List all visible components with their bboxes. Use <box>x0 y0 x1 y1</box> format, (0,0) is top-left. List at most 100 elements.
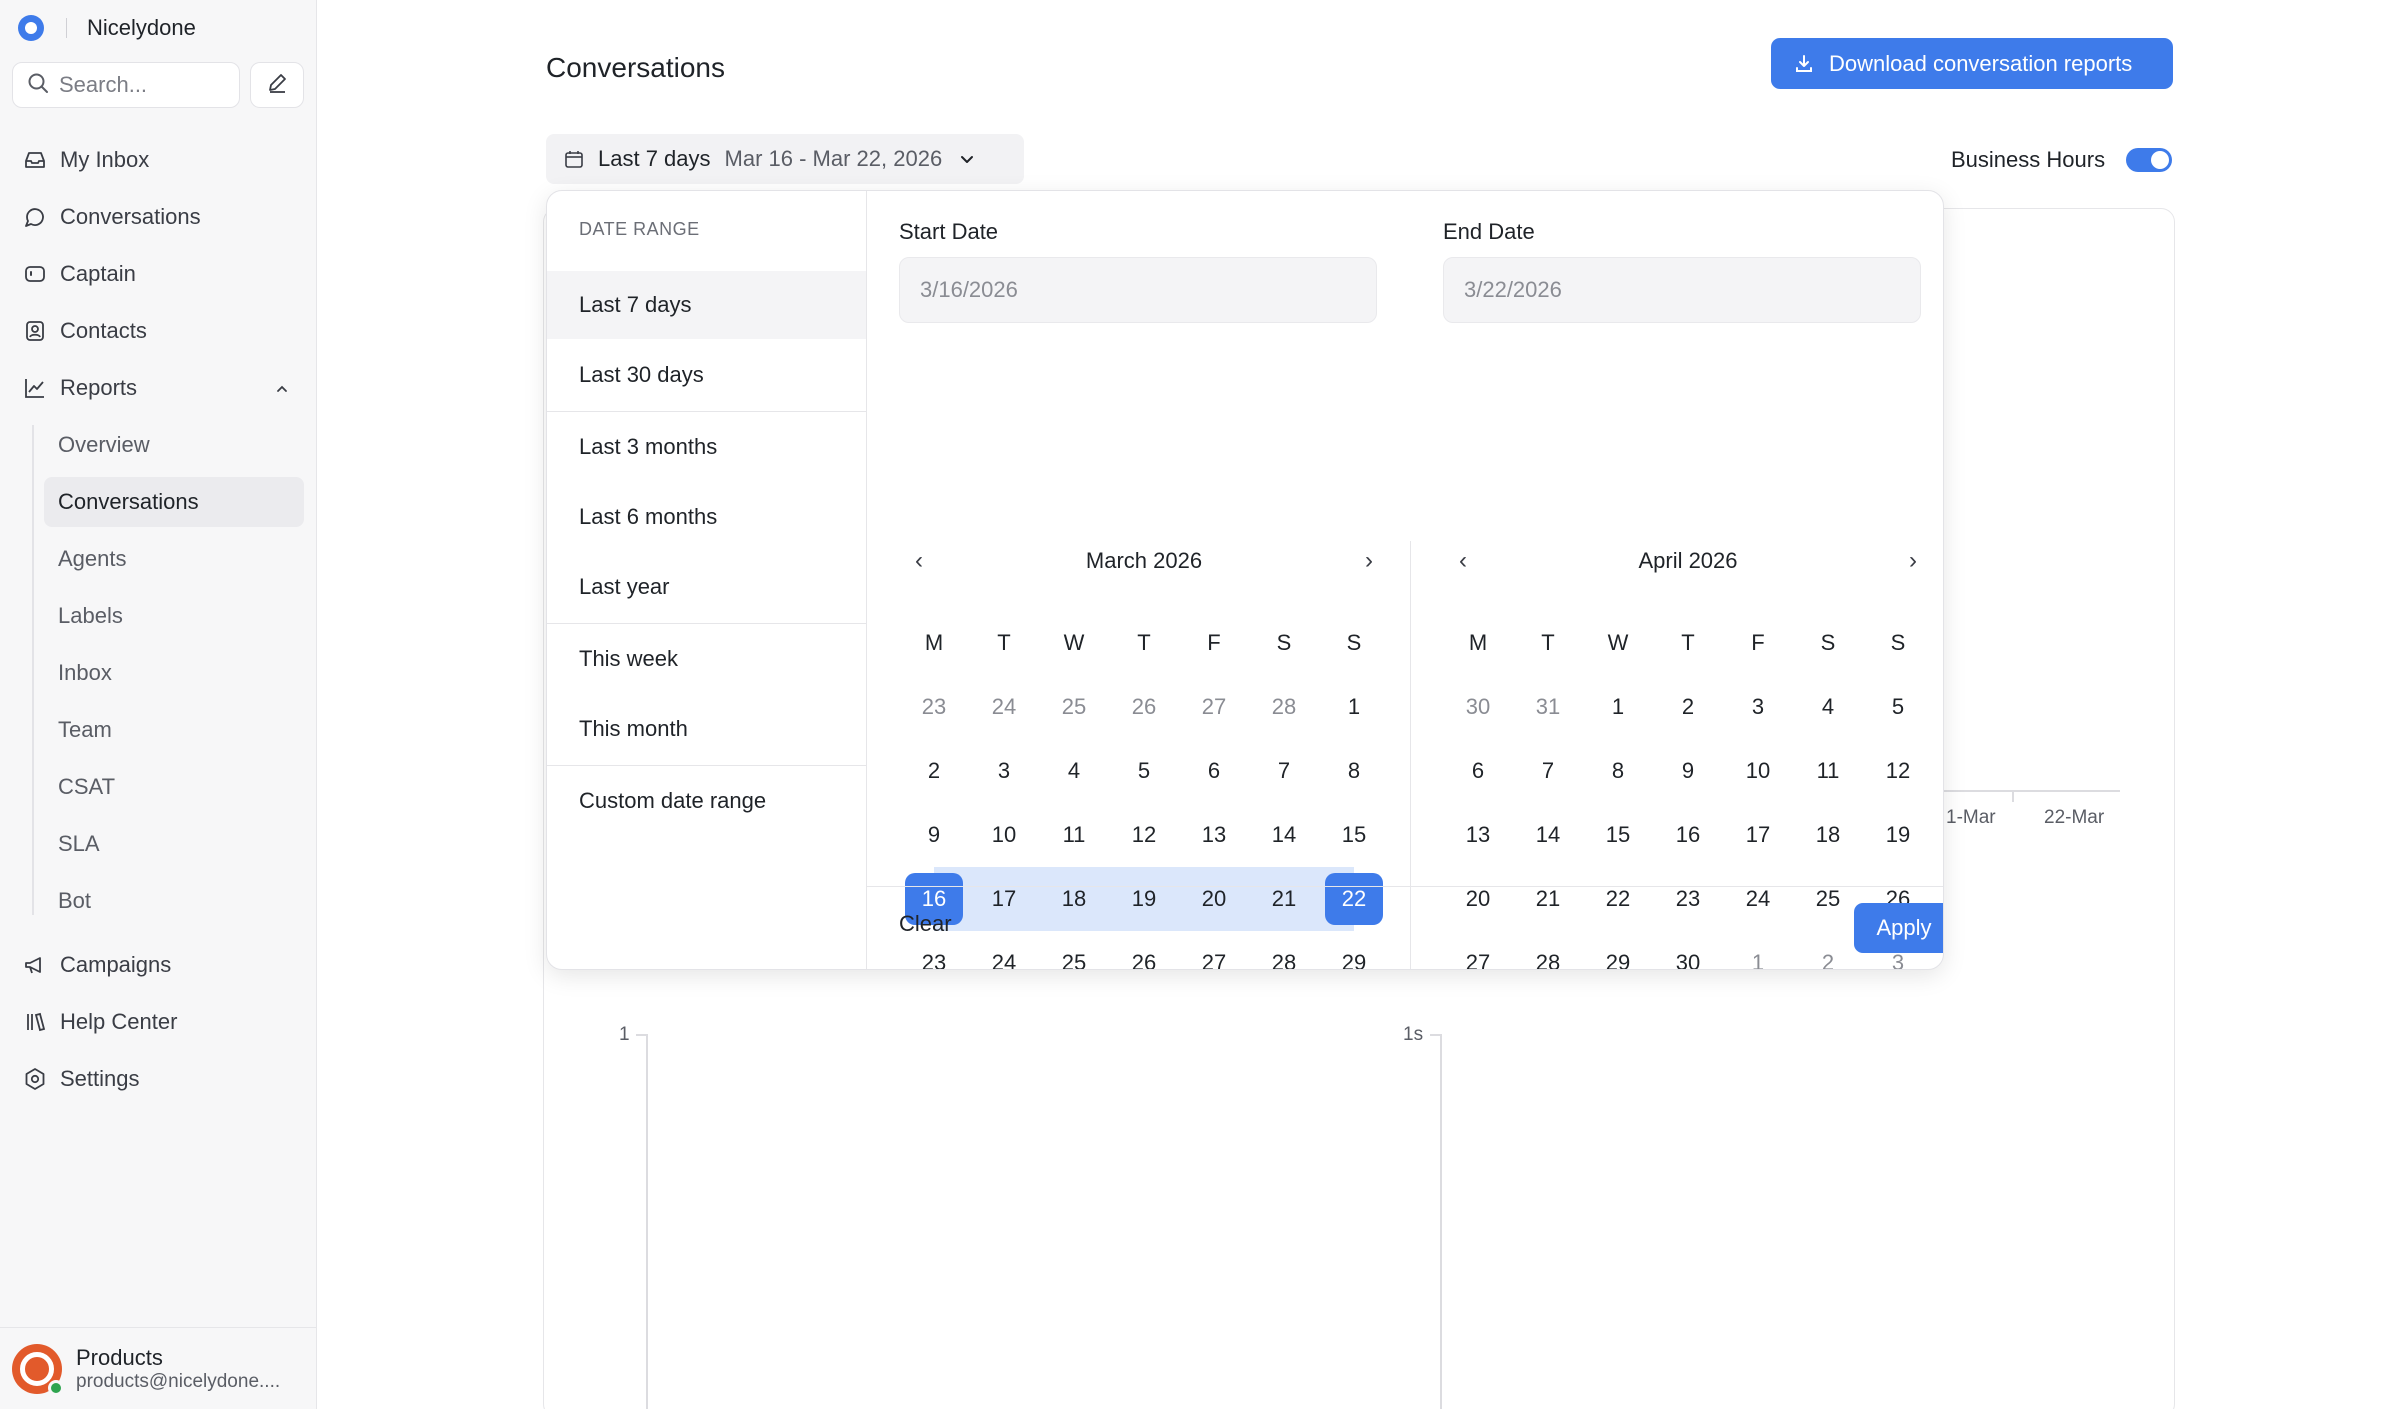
preset-last-30-days[interactable]: Last 30 days <box>547 341 866 409</box>
calendar-day[interactable]: 26 <box>1109 675 1179 739</box>
sidebar-subitem-inbox[interactable]: Inbox <box>44 648 304 698</box>
calendar-day[interactable]: 23 <box>1653 867 1723 931</box>
calendar-day[interactable]: 9 <box>1653 739 1723 803</box>
date-range-trigger[interactable]: Last 7 days Mar 16 - Mar 22, 2026 <box>546 134 1024 184</box>
calendar-day[interactable]: 2 <box>899 739 969 803</box>
preset-custom-date-range[interactable]: Custom date range <box>547 767 866 835</box>
calendar-day[interactable]: 18 <box>1039 867 1109 931</box>
calendar-day[interactable]: 21 <box>1513 867 1583 931</box>
sidebar-subitem-csat[interactable]: CSAT <box>44 762 304 812</box>
calendar-day[interactable]: 25 <box>1793 867 1863 931</box>
sidebar-subitem-overview[interactable]: Overview <box>44 420 304 470</box>
sidebar-subitem-conversations[interactable]: Conversations <box>44 477 304 527</box>
calendar-day[interactable]: 6 <box>1443 739 1513 803</box>
calendar-day[interactable]: 13 <box>1443 803 1513 867</box>
sidebar-item-settings[interactable]: Settings <box>12 1054 305 1104</box>
calendar-day[interactable]: 28 <box>1249 675 1319 739</box>
calendar-day[interactable]: 19 <box>1109 867 1179 931</box>
calendar-day[interactable]: 17 <box>1723 803 1793 867</box>
calendar-day[interactable]: 5 <box>1863 675 1933 739</box>
calendar-day[interactable]: 28 <box>1249 931 1319 969</box>
sidebar-item-conversations[interactable]: Conversations <box>12 192 305 242</box>
apply-button[interactable]: Apply <box>1854 903 1943 953</box>
preset-this-month[interactable]: This month <box>547 695 866 763</box>
calendar-day[interactable]: 31 <box>1513 675 1583 739</box>
sidebar-item-reports[interactable]: Reports <box>12 363 305 413</box>
calendar-day[interactable]: 10 <box>969 803 1039 867</box>
calendar-day[interactable]: 19 <box>1863 803 1933 867</box>
download-reports-button[interactable]: Download conversation reports <box>1771 38 2173 89</box>
next-month-button[interactable]: › <box>1349 541 1389 581</box>
calendar-day[interactable]: 12 <box>1863 739 1933 803</box>
calendar-day[interactable]: 24 <box>969 931 1039 969</box>
calendar-day[interactable]: 14 <box>1513 803 1583 867</box>
sidebar-item-campaigns[interactable]: Campaigns <box>12 940 305 990</box>
clear-button[interactable]: Clear <box>899 911 952 937</box>
calendar-day[interactable]: 23 <box>899 675 969 739</box>
calendar-day[interactable]: 12 <box>1109 803 1179 867</box>
sidebar-subitem-agents[interactable]: Agents <box>44 534 304 584</box>
calendar-day[interactable]: 28 <box>1513 931 1583 969</box>
sidebar-subitem-team[interactable]: Team <box>44 705 304 755</box>
sidebar-item-help-center[interactable]: Help Center <box>12 997 305 1047</box>
business-hours-toggle[interactable] <box>2126 148 2172 172</box>
calendar-day[interactable]: 25 <box>1039 675 1109 739</box>
calendar-day[interactable]: 13 <box>1179 803 1249 867</box>
sidebar-item-my-inbox[interactable]: My Inbox <box>12 135 305 185</box>
calendar-day[interactable]: 3 <box>1723 675 1793 739</box>
sidebar-subitem-bot[interactable]: Bot <box>44 876 304 926</box>
calendar-day[interactable]: 10 <box>1723 739 1793 803</box>
chevron-up-icon[interactable] <box>273 378 291 404</box>
calendar-day[interactable]: 15 <box>1319 803 1389 867</box>
profile-menu[interactable]: Products products@nicelydone.... <box>0 1327 317 1409</box>
calendar-day[interactable]: 29 <box>1583 931 1653 969</box>
calendar-day[interactable]: 24 <box>1723 867 1793 931</box>
calendar-day[interactable]: 1 <box>1583 675 1653 739</box>
calendar-day[interactable]: 25 <box>1039 931 1109 969</box>
preset-last-7-days[interactable]: Last 7 days <box>547 271 866 339</box>
calendar-day[interactable]: 4 <box>1793 675 1863 739</box>
preset-this-week[interactable]: This week <box>547 625 866 693</box>
calendar-day[interactable]: 2 <box>1653 675 1723 739</box>
calendar-day[interactable]: 15 <box>1583 803 1653 867</box>
start-date-field[interactable]: 3/16/2026 <box>899 257 1377 323</box>
search-input[interactable] <box>59 72 229 98</box>
calendar-day[interactable]: 6 <box>1179 739 1249 803</box>
calendar-day[interactable]: 27 <box>1179 675 1249 739</box>
calendar-day[interactable]: 5 <box>1109 739 1179 803</box>
calendar-day[interactable]: 22 <box>1583 867 1653 931</box>
calendar-day[interactable]: 7 <box>1513 739 1583 803</box>
calendar-day[interactable]: 27 <box>1443 931 1513 969</box>
sidebar-item-contacts[interactable]: Contacts <box>12 306 305 356</box>
next-month-button[interactable]: › <box>1893 541 1933 581</box>
brand[interactable]: Nicelydone <box>18 12 196 44</box>
calendar-day[interactable]: 29 <box>1319 931 1389 969</box>
calendar-day[interactable]: 1 <box>1723 931 1793 969</box>
calendar-day[interactable]: 3 <box>969 739 1039 803</box>
search-box[interactable] <box>12 62 240 108</box>
calendar-day[interactable]: 4 <box>1039 739 1109 803</box>
calendar-day[interactable]: 30 <box>1653 931 1723 969</box>
calendar-day[interactable]: 8 <box>1319 739 1389 803</box>
calendar-day[interactable]: 16 <box>1653 803 1723 867</box>
calendar-day[interactable]: 24 <box>969 675 1039 739</box>
calendar-day[interactable]: 11 <box>1793 739 1863 803</box>
calendar-day[interactable]: 14 <box>1249 803 1319 867</box>
sidebar-item-captain[interactable]: Captain <box>12 249 305 299</box>
calendar-day[interactable]: 27 <box>1179 931 1249 969</box>
calendar-day[interactable]: 20 <box>1443 867 1513 931</box>
calendar-day[interactable]: 1 <box>1319 675 1389 739</box>
calendar-day[interactable]: 26 <box>1109 931 1179 969</box>
calendar-day[interactable]: 17 <box>969 867 1039 931</box>
calendar-day[interactable]: 20 <box>1179 867 1249 931</box>
calendar-day[interactable]: 9 <box>899 803 969 867</box>
calendar-day[interactable]: 7 <box>1249 739 1319 803</box>
calendar-day[interactable]: 11 <box>1039 803 1109 867</box>
preset-last-6-months[interactable]: Last 6 months <box>547 483 866 551</box>
end-date-field[interactable]: 3/22/2026 <box>1443 257 1921 323</box>
calendar-day[interactable]: 21 <box>1249 867 1319 931</box>
compose-button[interactable] <box>250 62 304 108</box>
sidebar-subitem-labels[interactable]: Labels <box>44 591 304 641</box>
preset-last-3-months[interactable]: Last 3 months <box>547 413 866 481</box>
calendar-day[interactable]: 8 <box>1583 739 1653 803</box>
